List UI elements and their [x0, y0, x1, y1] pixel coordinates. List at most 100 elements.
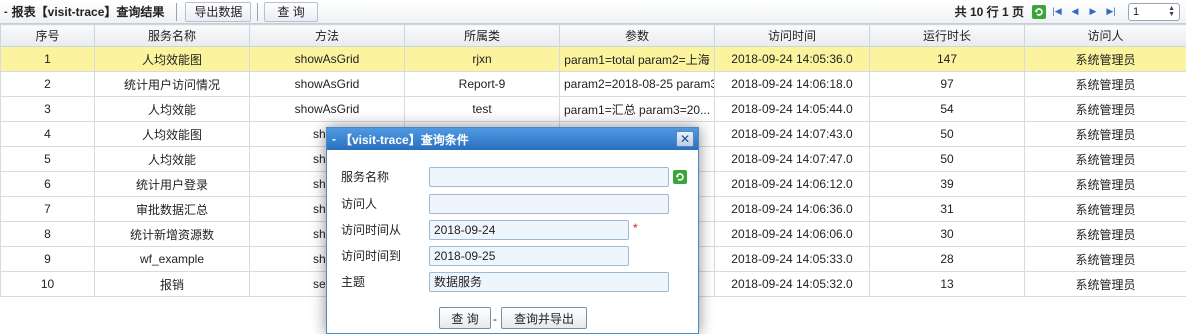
- table-cell: 审批数据汇总: [94, 196, 250, 222]
- table-cell: showAsGrid: [249, 96, 405, 122]
- column-header[interactable]: 所属类: [404, 24, 560, 47]
- refresh-icon[interactable]: [672, 169, 688, 185]
- table-cell: 系统管理员: [1024, 121, 1186, 147]
- toolbar-divider: [176, 2, 178, 21]
- field-label: 访问时间从: [341, 223, 402, 237]
- table-cell: 3: [0, 96, 95, 122]
- table-cell: 2018-09-24 14:07:47.0: [714, 146, 870, 172]
- column-header[interactable]: 访问时间: [714, 24, 870, 47]
- table-cell: 54: [869, 96, 1025, 122]
- required-mark: *: [633, 220, 638, 235]
- table-cell: 人均效能图: [94, 121, 250, 147]
- table-cell: showAsGrid: [249, 71, 405, 97]
- column-header[interactable]: 访问人: [1024, 24, 1186, 47]
- table-cell: rjxn: [404, 46, 560, 72]
- table-cell: test: [404, 96, 560, 122]
- pager-summary: 共 10 行 1 页: [954, 5, 1024, 19]
- field-row-subject: 主题 数据服务: [341, 271, 669, 292]
- table-cell: 人均效能: [94, 146, 250, 172]
- table-cell: 97: [869, 71, 1025, 97]
- first-page-icon[interactable]: |◀: [1049, 4, 1065, 20]
- table-cell: Report-9: [404, 71, 560, 97]
- field-label: 访问时间到: [341, 249, 402, 263]
- table-cell: 系统管理员: [1024, 146, 1186, 172]
- pager: 共 10 行 1 页 |◀ ◀ ▶ ▶| 1 ▲ ▼: [954, 2, 1186, 21]
- column-header[interactable]: 方法: [249, 24, 405, 47]
- table-cell: 统计用户登录: [94, 171, 250, 197]
- table-cell: 系统管理员: [1024, 246, 1186, 272]
- column-header[interactable]: 运行时长: [869, 24, 1025, 47]
- last-page-icon[interactable]: ▶|: [1103, 4, 1119, 20]
- table-cell: 13: [869, 271, 1025, 297]
- table-cell: 147: [869, 46, 1025, 72]
- column-header[interactable]: 服务名称: [94, 24, 250, 47]
- table-cell: 10: [0, 271, 95, 297]
- table-cell: 系统管理员: [1024, 221, 1186, 247]
- collapse-icon[interactable]: -: [4, 6, 8, 18]
- table-cell: showAsGrid: [249, 46, 405, 72]
- table-row[interactable]: 2 统计用户访问情况 showAsGrid Report-9 param2=2018-0…: [0, 71, 1186, 97]
- export-data-button[interactable]: 导出数据: [185, 1, 252, 22]
- report-title-text: 报表【visit-trace】查询结果: [11, 5, 165, 19]
- table-cell: param1=total param2=上海: [559, 46, 715, 72]
- table-cell: 2018-09-24 14:05:36.0: [714, 46, 870, 72]
- time-to-input[interactable]: 2018-09-25: [429, 245, 629, 266]
- collapse-icon[interactable]: -: [332, 132, 336, 146]
- dialog-header[interactable]: - 【visit-trace】查询条件: [327, 128, 698, 150]
- table-cell: 1: [0, 46, 95, 72]
- table-cell: 9: [0, 246, 95, 272]
- field-row-time-from: 访问时间从 2018-09-24 *: [341, 219, 638, 240]
- query-and-export-button[interactable]: 查询并导出: [501, 307, 587, 329]
- spinner-icon[interactable]: ▲ ▼: [1168, 5, 1175, 18]
- table-cell: 2: [0, 71, 95, 97]
- table-cell: 30: [869, 221, 1025, 247]
- table-cell: 2018-09-24 14:05:44.0: [714, 96, 870, 122]
- close-icon[interactable]: ✕: [676, 131, 694, 147]
- page-select-value: 1: [1133, 5, 1140, 18]
- table-cell: param2=2018-08-25 param3: [559, 71, 715, 97]
- field-row-service-name: 服务名称: [341, 166, 688, 187]
- table-cell: 系统管理员: [1024, 171, 1186, 197]
- dialog-title: 【visit-trace】查询条件: [340, 132, 469, 147]
- table-cell: 系统管理员: [1024, 96, 1186, 122]
- table-cell: 31: [869, 196, 1025, 222]
- table-cell: 系统管理员: [1024, 71, 1186, 97]
- toolbar-divider: [257, 2, 259, 21]
- table-cell: 7: [0, 196, 95, 222]
- service-name-input[interactable]: [429, 166, 669, 187]
- table-cell: param1=汇总 param3=20...: [559, 96, 715, 122]
- table-cell: 2018-09-24 14:07:43.0: [714, 121, 870, 147]
- table-cell: 报销: [94, 271, 250, 297]
- table-cell: 统计新增资源数: [94, 221, 250, 247]
- table-cell: 50: [869, 146, 1025, 172]
- table-cell: 2018-09-24 14:06:12.0: [714, 171, 870, 197]
- field-label: 访问人: [341, 197, 378, 211]
- column-header[interactable]: 序号: [0, 24, 95, 47]
- report-title: - 报表【visit-trace】查询结果: [0, 3, 164, 20]
- query-button[interactable]: 查 询: [264, 1, 318, 22]
- visitor-input[interactable]: [429, 193, 669, 214]
- next-page-icon[interactable]: ▶: [1085, 4, 1101, 20]
- table-row[interactable]: 3 人均效能 showAsGrid test param1=汇总 param3=20..…: [0, 96, 1186, 122]
- field-label: 服务名称: [341, 170, 390, 184]
- time-from-input[interactable]: 2018-09-24: [429, 219, 629, 240]
- table-cell: 50: [869, 121, 1025, 147]
- dialog-query-button[interactable]: 查 询: [439, 307, 491, 329]
- table-cell: 系统管理员: [1024, 46, 1186, 72]
- table-row[interactable]: 1 人均效能图 showAsGrid rjxn param1=total param2=…: [0, 46, 1186, 72]
- table-cell: 2018-09-24 14:06:18.0: [714, 71, 870, 97]
- table-cell: 5: [0, 146, 95, 172]
- table-cell: 28: [869, 246, 1025, 272]
- page-select[interactable]: 1 ▲ ▼: [1128, 2, 1180, 21]
- field-row-visitor: 访问人: [341, 193, 669, 214]
- refresh-icon[interactable]: [1031, 4, 1047, 20]
- subject-input[interactable]: 数据服务: [429, 271, 669, 292]
- prev-page-icon[interactable]: ◀: [1067, 4, 1083, 20]
- table-cell: 39: [869, 171, 1025, 197]
- table-cell: 8: [0, 221, 95, 247]
- results-toolbar: - 报表【visit-trace】查询结果 导出数据 查 询 共 10 行 1 …: [0, 0, 1186, 24]
- column-header[interactable]: 参数: [559, 24, 715, 47]
- table-cell: 人均效能图: [94, 46, 250, 72]
- table-cell: 2018-09-24 14:06:36.0: [714, 196, 870, 222]
- table-cell: 人均效能: [94, 96, 250, 122]
